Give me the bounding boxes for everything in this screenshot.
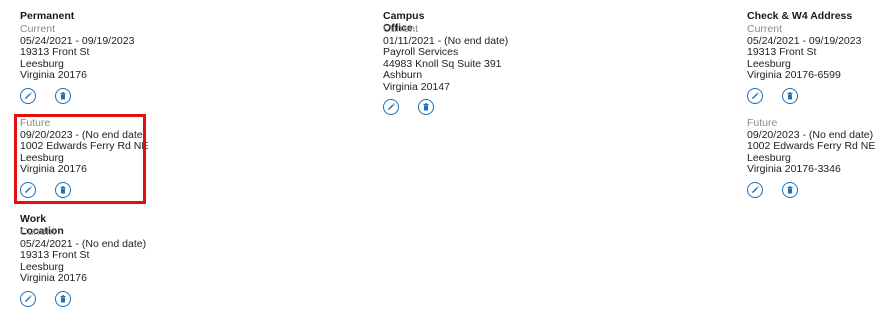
delete-button[interactable] bbox=[418, 99, 434, 115]
trash-icon bbox=[787, 185, 793, 193]
pencil-icon bbox=[25, 91, 32, 99]
address-street: 19313 Front St bbox=[20, 46, 90, 58]
address-status: Future bbox=[747, 117, 778, 129]
address-actions bbox=[747, 181, 875, 200]
delete-button[interactable] bbox=[55, 290, 71, 307]
address-state-zip: Virginia 20176 bbox=[20, 272, 87, 284]
address-line1: Payroll Services bbox=[383, 46, 459, 58]
address-state-zip: Virginia 20176 bbox=[20, 69, 87, 81]
edit-button[interactable] bbox=[383, 99, 399, 115]
address-entry-check-w4-future: Future 09/20/2023 - (No end date) 1002 E… bbox=[747, 117, 876, 200]
address-state-zip: Virginia 20147 bbox=[383, 80, 450, 93]
address-street: 19313 Front St bbox=[20, 249, 90, 261]
address-street: 1002 Edwards Ferry Rd NE bbox=[20, 140, 149, 152]
address-status: Current bbox=[20, 226, 56, 238]
address-state-zip: Virginia 20176-3346 bbox=[747, 163, 841, 175]
edit-button[interactable] bbox=[747, 87, 763, 104]
address-actions bbox=[20, 290, 146, 309]
edit-button[interactable] bbox=[747, 181, 763, 198]
address-state-zip: Virginia 20176 bbox=[20, 163, 87, 175]
address-actions bbox=[20, 87, 134, 106]
address-entry-check-w4-current: Current 05/24/2021 - 09/19/2023 19313 Fr… bbox=[747, 23, 861, 106]
address-actions bbox=[20, 181, 148, 200]
section-title-check-w4-address: Check & W4 Address bbox=[747, 10, 853, 22]
trash-icon bbox=[60, 91, 66, 99]
delete-button[interactable] bbox=[55, 181, 71, 198]
delete-button[interactable] bbox=[782, 181, 798, 198]
address-status: Current bbox=[747, 23, 783, 35]
pencil-icon bbox=[752, 91, 759, 99]
address-status: Future bbox=[20, 117, 51, 129]
pencil-icon bbox=[388, 103, 395, 110]
delete-button[interactable] bbox=[782, 87, 798, 104]
address-street: 19313 Front St bbox=[747, 46, 817, 58]
section-title-permanent: Permanent bbox=[20, 10, 75, 22]
pencil-icon bbox=[25, 294, 32, 302]
address-status: Current bbox=[20, 23, 56, 35]
address-entry-permanent-current: Current 05/24/2021 - 09/19/2023 19313 Fr… bbox=[20, 23, 134, 106]
pencil-icon bbox=[752, 185, 759, 193]
edit-button[interactable] bbox=[20, 181, 36, 198]
address-entry-campus-office-current: Current 01/11/2021 - (No end date) Payro… bbox=[383, 23, 508, 117]
trash-icon bbox=[60, 294, 66, 302]
address-city: Ashburn bbox=[383, 69, 423, 81]
edit-button[interactable] bbox=[20, 87, 36, 104]
address-entry-work-location-current: Current 05/24/2021 - (No end date) 19313… bbox=[20, 226, 146, 309]
section-title-campus-office: Campus Office bbox=[383, 10, 425, 34]
address-status: Current bbox=[383, 23, 419, 35]
pencil-icon bbox=[25, 185, 32, 193]
address-actions bbox=[383, 99, 508, 117]
trash-icon bbox=[60, 185, 66, 193]
section-title-work-location: Work Location bbox=[20, 213, 64, 237]
trash-icon bbox=[787, 91, 793, 99]
trash-icon bbox=[423, 103, 429, 111]
address-state-zip: Virginia 20176-6599 bbox=[747, 69, 841, 81]
address-street: 1002 Edwards Ferry Rd NE bbox=[747, 140, 876, 152]
delete-button[interactable] bbox=[55, 87, 71, 104]
address-actions bbox=[747, 87, 861, 106]
address-entry-permanent-future: Future 09/20/2023 - (No end date) 1002 E… bbox=[20, 117, 149, 200]
edit-button[interactable] bbox=[20, 290, 36, 307]
